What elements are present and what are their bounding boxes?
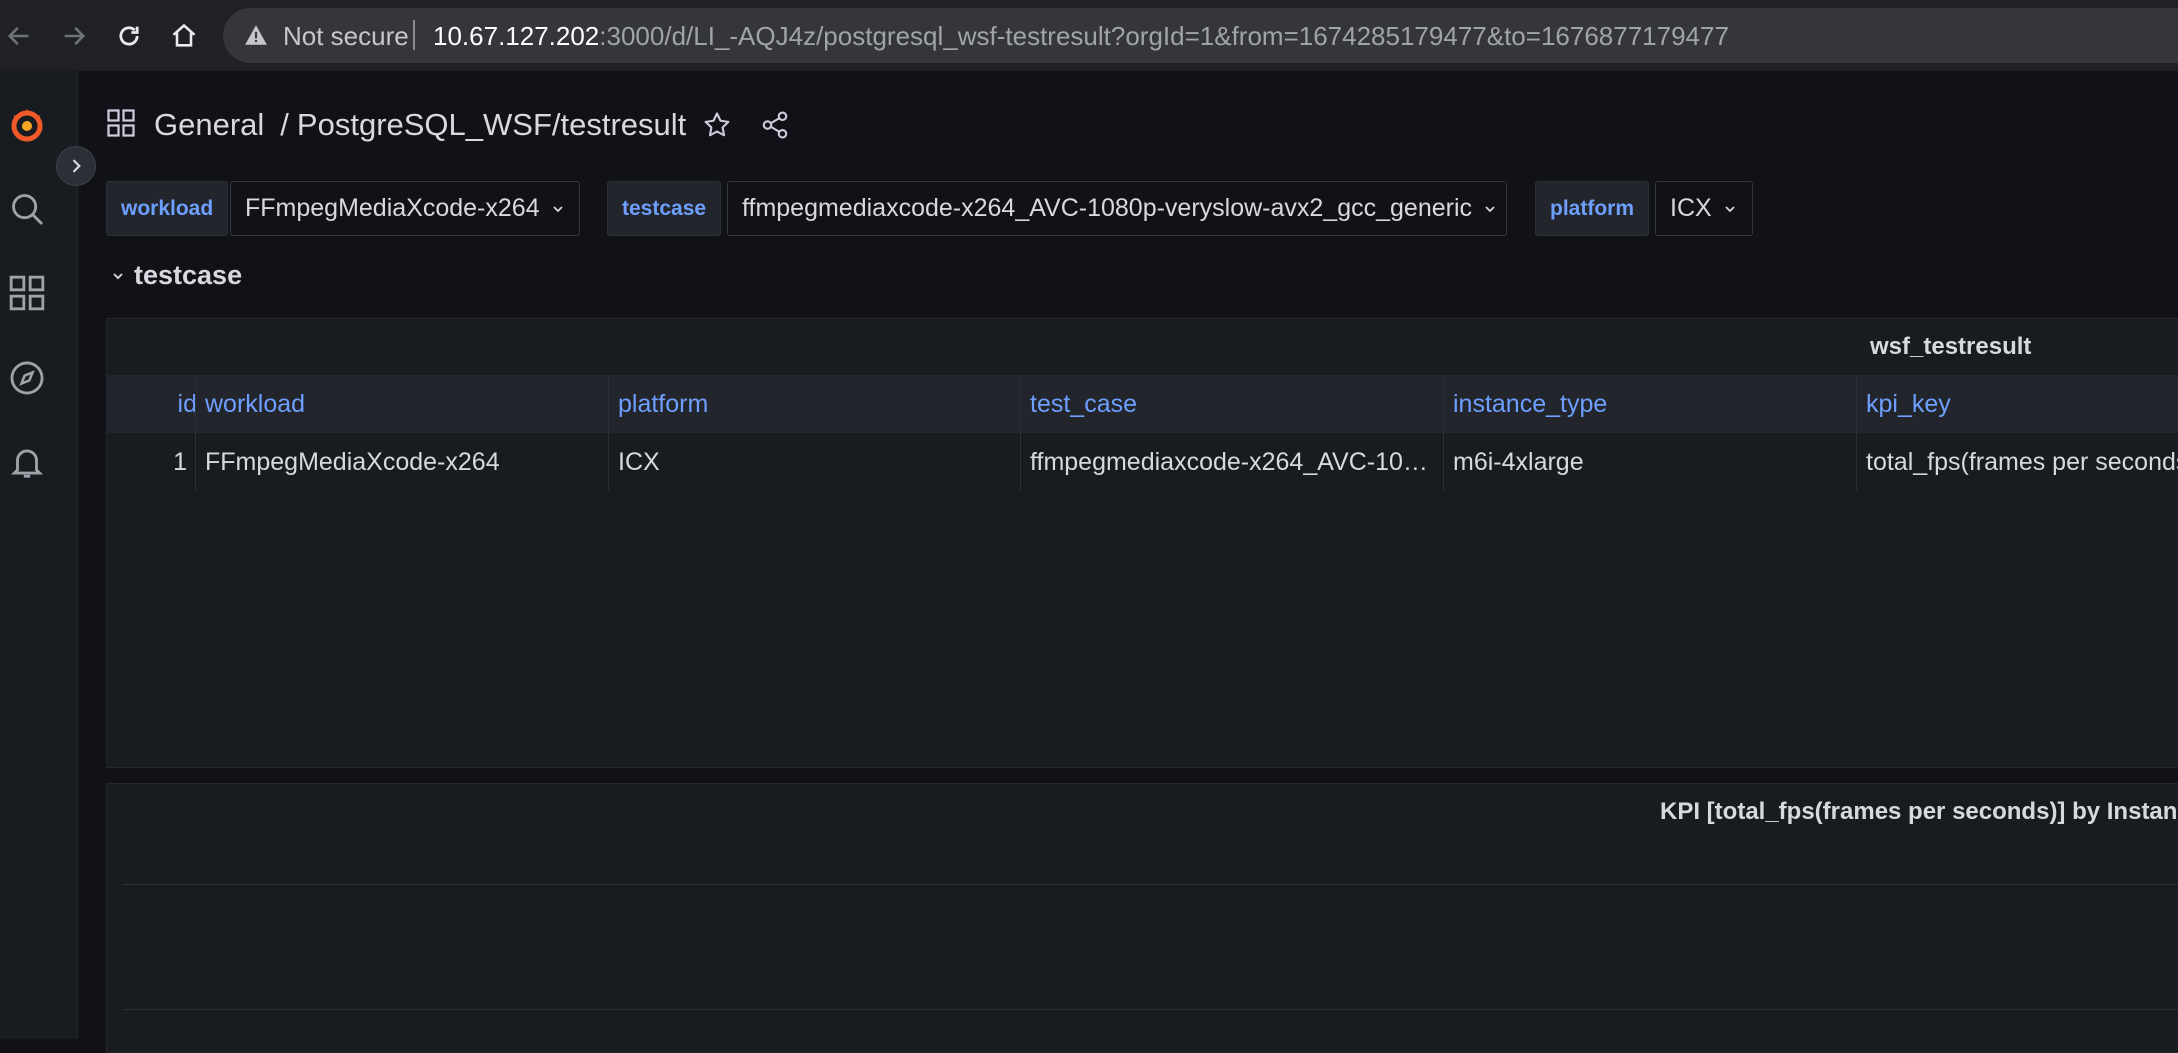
warning-triangle-icon[interactable] [243,22,269,53]
back-arrow-icon[interactable] [0,17,38,55]
column-divider [1020,375,1021,491]
side-menu [0,71,78,1039]
security-status[interactable]: Not secure [283,21,409,52]
row-header[interactable]: testcase [110,260,242,291]
page-title[interactable]: PostgreSQL_WSF/testresult [297,107,686,143]
panel-title[interactable]: KPI [total_fps(frames per seconds)] by I… [1660,798,2178,826]
dashboards-grid-icon [106,108,136,143]
table-cell-workload: FFmpegMediaXcode-x264 [205,447,500,476]
dashboards-icon[interactable] [5,271,49,315]
variable-label-platform: platform [1535,181,1649,236]
variable-label-workload: workload [106,181,229,236]
chevron-down-icon [1722,201,1738,217]
table-panel: wsf_testresult id workload platform test… [106,318,2178,768]
panel-title[interactable]: wsf_testresult [1870,333,2031,361]
breadcrumb-folder[interactable]: General [154,107,264,143]
chevron-down-icon [110,260,126,291]
star-icon[interactable] [702,110,732,140]
column-header-platform[interactable]: platform [618,375,708,433]
variable-select-workload[interactable]: FFmpegMediaXcode-x264 [230,181,580,236]
share-icon[interactable] [760,110,790,140]
variable-value: ICX [1670,194,1712,222]
table-cell-kpi-key: total_fps(frames per seconds) [1866,447,2178,476]
chevron-down-icon [1482,201,1498,217]
column-header-test-case[interactable]: test_case [1030,375,1137,433]
search-icon[interactable] [5,187,49,231]
chart-panel: KPI [total_fps(frames per seconds)] by I… [106,783,2178,1053]
grid-line [123,884,2178,885]
breadcrumb-separator: / [280,107,289,142]
table-cell-instance-type: m6i-4xlarge [1453,447,1584,476]
url-text[interactable]: 10.67.127.202:3000/d/LI_-AQJ4z/postgresq… [433,21,1729,52]
address-bar[interactable]: Not secure 10.67.127.202:3000/d/LI_-AQJ4… [223,8,2178,63]
table-cell-test-case: ffmpegmediaxcode-x264_AVC-10… [1030,447,1428,476]
column-header-workload[interactable]: workload [205,375,305,433]
variable-label-testcase: testcase [607,181,722,236]
grid-line [123,1009,2178,1010]
column-divider [195,375,196,491]
table-cell-id: 1 [173,447,187,476]
chevron-down-icon [550,201,566,217]
url-host: 10.67.127.202 [433,21,600,51]
variable-value: ffmpegmediaxcode-x264_AVC-1080p-veryslow… [742,194,1473,222]
url-divider [413,20,415,50]
column-header-id[interactable]: id [157,375,197,433]
home-icon[interactable] [165,17,203,55]
forward-arrow-icon[interactable] [55,17,93,55]
variable-value: FFmpegMediaXcode-x264 [245,194,540,222]
variable-select-platform[interactable]: ICX [1655,181,1753,236]
column-divider [608,375,609,491]
dashboard-header: General / PostgreSQL_WSF/testresult [106,100,790,150]
column-header-instance-type[interactable]: instance_type [1453,375,1607,433]
alerting-bell-icon[interactable] [5,440,49,484]
chevron-right-icon [72,159,81,173]
url-path: :3000/d/LI_-AQJ4z/postgresql_wsf-testres… [599,21,1729,51]
expand-menu-button[interactable] [56,146,96,186]
row-title: testcase [134,260,243,290]
variable-select-testcase[interactable]: ffmpegmediaxcode-x264_AVC-1080p-veryslow… [727,181,1507,236]
column-divider [1443,375,1444,491]
column-divider [1856,375,1857,491]
browser-toolbar: Not secure 10.67.127.202:3000/d/LI_-AQJ4… [0,0,2178,71]
table-cell-platform: ICX [618,447,660,476]
column-header-kpi-key[interactable]: kpi_key [1866,375,1951,433]
reload-icon[interactable] [110,17,148,55]
grafana-logo-icon[interactable] [5,103,49,147]
explore-icon[interactable] [5,356,49,400]
